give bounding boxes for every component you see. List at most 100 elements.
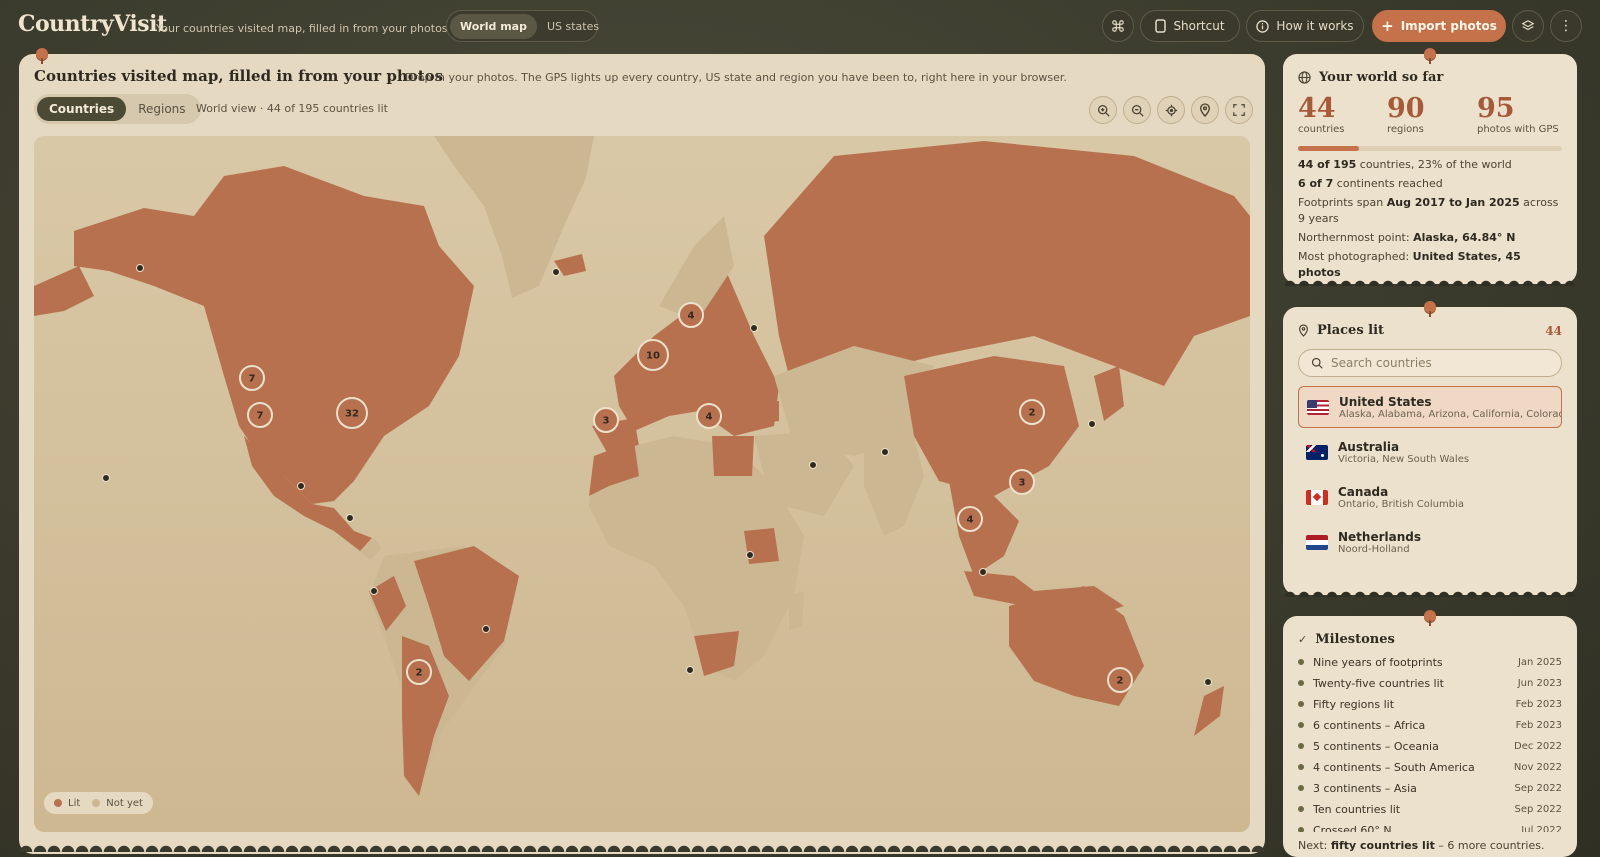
milestone-item: Fifty regions lit Feb 2023 xyxy=(1298,694,1562,714)
pushpin-icon xyxy=(1424,48,1436,64)
import-photos-button[interactable]: + Import photos xyxy=(1372,10,1506,42)
map-description: Drop in your photos. The GPS lights up e… xyxy=(405,71,1067,84)
bullet-dot xyxy=(1298,785,1304,791)
card-scallop-edge xyxy=(1283,587,1577,597)
fact-footprints: Footprints span Aug 2017 to Jan 2025 acr… xyxy=(1298,196,1559,225)
layers-icon xyxy=(1521,20,1535,31)
world-view-status: World view · 44 of 195 countries lit xyxy=(196,102,388,115)
world-progress-bar xyxy=(1298,146,1562,151)
milestone-label: 5 continents – Oceania xyxy=(1313,739,1439,753)
us-flag-icon xyxy=(1307,399,1329,415)
photo-location-dot[interactable] xyxy=(552,268,560,276)
photo-location-dot[interactable] xyxy=(979,568,987,576)
photo-location-dot[interactable] xyxy=(102,474,110,482)
cluster-marker[interactable]: 4 xyxy=(957,506,983,532)
brand-logo[interactable]: CountryVisit xyxy=(18,11,167,37)
netherlands-flag-icon xyxy=(1306,534,1328,550)
photo-location-dot[interactable] xyxy=(686,666,694,674)
cluster-marker[interactable]: 2 xyxy=(406,659,432,685)
cluster-marker[interactable]: 3 xyxy=(1009,469,1035,495)
cluster-count: 2 xyxy=(1117,676,1124,687)
zoom-out-button[interactable] xyxy=(1123,96,1151,124)
layers-button[interactable] xyxy=(1512,10,1544,42)
place-row-netherlands[interactable]: Netherlands Noord-Holland xyxy=(1298,521,1562,563)
tab-regions[interactable]: Regions xyxy=(126,97,197,121)
cluster-count: 10 xyxy=(646,351,660,362)
search-icon xyxy=(1311,357,1323,369)
map-mode-tabs: Countries Regions xyxy=(34,94,201,124)
summary-card: Your world so far 44 countries 90 region… xyxy=(1283,48,1577,286)
milestones-title: ✓ Milestones xyxy=(1298,632,1395,647)
photo-location-dot[interactable] xyxy=(370,587,378,595)
cluster-count: 2 xyxy=(416,668,423,679)
photo-location-dot[interactable] xyxy=(750,324,758,332)
milestone-date: Feb 2023 xyxy=(1515,719,1562,731)
cluster-count: 3 xyxy=(603,416,610,427)
milestone-item: 6 continents – Africa Feb 2023 xyxy=(1298,715,1562,735)
command-button[interactable] xyxy=(1102,10,1134,42)
milestone-label: Fifty regions lit xyxy=(1313,697,1395,711)
milestone-item: Crossed 60° N Jul 2022 xyxy=(1298,820,1562,832)
southeast-asia-shape xyxy=(949,481,1019,576)
cluster-marker[interactable]: 2 xyxy=(1107,667,1133,693)
place-row-canada[interactable]: Canada Ontario, British Columbia xyxy=(1298,476,1562,518)
bullet-dot xyxy=(1298,659,1304,665)
place-row-australia[interactable]: Australia Victoria, New South Wales xyxy=(1298,431,1562,473)
stat-countries-value: 44 xyxy=(1298,93,1336,124)
cluster-marker[interactable]: 10 xyxy=(637,339,669,371)
tab-countries[interactable]: Countries xyxy=(37,97,127,121)
summary-title-text: Your world so far xyxy=(1319,70,1444,85)
pushpin-icon xyxy=(1424,301,1436,317)
toggle-world-map[interactable]: World map xyxy=(450,13,537,39)
plus-icon: + xyxy=(1381,17,1394,35)
cluster-count: 2 xyxy=(1029,408,1036,419)
cluster-count: 4 xyxy=(706,412,713,423)
milestone-item: 3 continents – Asia Sep 2022 xyxy=(1298,778,1562,798)
search-countries-input[interactable]: Search countries xyxy=(1298,349,1562,377)
cluster-marker[interactable]: 7 xyxy=(239,365,265,391)
cluster-marker[interactable]: 7 xyxy=(247,402,273,428)
china-shape xyxy=(904,356,1079,496)
stat-regions-value: 90 xyxy=(1387,93,1425,124)
top-bar: CountryVisit Your countries visited map,… xyxy=(0,0,1600,52)
zoom-in-button[interactable] xyxy=(1089,96,1117,124)
cluster-marker[interactable]: 4 xyxy=(678,302,704,328)
photo-location-dot[interactable] xyxy=(346,514,354,522)
bullet-dot xyxy=(1298,701,1304,707)
milestone-item: Ten countries lit Sep 2022 xyxy=(1298,799,1562,819)
cluster-marker[interactable]: 32 xyxy=(336,397,368,429)
bullet-dot xyxy=(1298,743,1304,749)
cluster-marker[interactable]: 3 xyxy=(593,407,619,433)
stat-photos-label: photos with GPS xyxy=(1477,124,1559,135)
more-menu-button[interactable]: ⋮ xyxy=(1550,10,1582,42)
search-placeholder: Search countries xyxy=(1331,356,1432,370)
milestones-card: ✓ Milestones Nine years of footprints Jan… xyxy=(1283,610,1577,857)
stat-countries: 44 countries xyxy=(1298,93,1344,136)
stat-regions: 90 regions xyxy=(1387,93,1425,136)
photo-location-dot[interactable] xyxy=(881,448,889,456)
shortcut-button[interactable]: Shortcut xyxy=(1140,10,1240,42)
card-scallop-edge xyxy=(19,836,1265,852)
photo-location-dot[interactable] xyxy=(482,625,490,633)
photo-location-dot[interactable] xyxy=(746,551,754,559)
photo-location-dot[interactable] xyxy=(1088,420,1096,428)
milestone-item: Nine years of footprints Jan 2025 xyxy=(1298,652,1562,672)
photo-location-dot[interactable] xyxy=(297,482,305,490)
toggle-us-states[interactable]: US states xyxy=(537,14,609,39)
photo-location-dot[interactable] xyxy=(136,264,144,272)
legend-not-yet-label: Not yet xyxy=(106,797,143,809)
fullscreen-button[interactable] xyxy=(1225,96,1253,124)
milestone-label: Crossed 60° N xyxy=(1313,823,1392,833)
photo-location-dot[interactable] xyxy=(809,461,817,469)
milestone-list: Nine years of footprints Jan 2025 Twenty-f… xyxy=(1283,652,1577,832)
place-row-united-states[interactable]: United States Alaska, Alabama, Arizona, C… xyxy=(1298,386,1562,428)
how-it-works-label: How it works xyxy=(1276,19,1354,33)
cluster-marker[interactable]: 2 xyxy=(1019,399,1045,425)
photo-location-dot[interactable] xyxy=(1204,678,1212,686)
milestones-title-text: Milestones xyxy=(1315,632,1395,647)
locate-button[interactable] xyxy=(1157,96,1185,124)
cluster-marker[interactable]: 4 xyxy=(696,403,722,429)
how-it-works-button[interactable]: How it works xyxy=(1246,10,1364,42)
world-map[interactable]: 7 7 32 3 10 4 4 2 3 4 2 2 Lit Not yet xyxy=(34,136,1250,832)
pin-places-button[interactable] xyxy=(1191,96,1219,124)
